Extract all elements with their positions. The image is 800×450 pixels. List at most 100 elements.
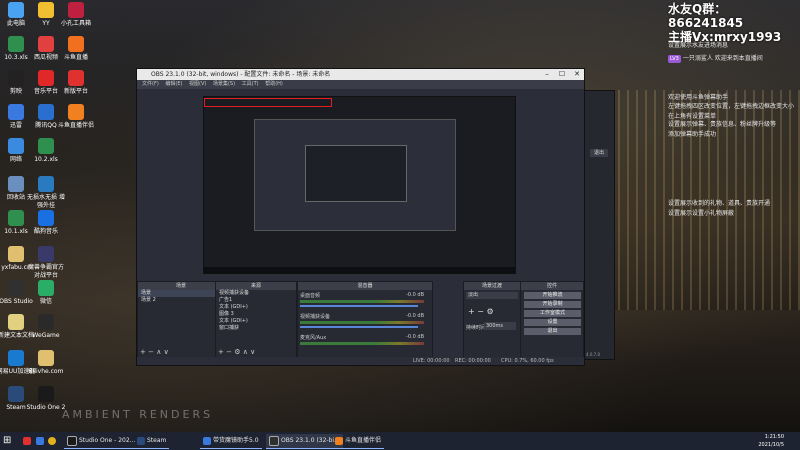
remove-icon[interactable]: − (477, 307, 484, 316)
source-item[interactable]: 文本 (GDI+) (216, 304, 296, 311)
sources-controls: + − ⚙ ∧ ∨ (218, 348, 255, 356)
desktop-icon[interactable]: 微信 (26, 280, 66, 306)
obs-preview[interactable] (203, 96, 516, 274)
chevron-down-icon[interactable]: ∨ (250, 348, 255, 356)
app-icon (8, 314, 24, 330)
start-menu-icon[interactable]: ⊞ (3, 434, 11, 448)
app-icon (38, 104, 54, 120)
desktop-icon[interactable]: 小孔工具箱 (56, 2, 96, 28)
desktop-icon-label: 10.1.xls (4, 228, 28, 235)
menu-help[interactable]: 帮助(H) (265, 81, 283, 87)
exit-button[interactable]: 退出 (524, 328, 581, 335)
companion-side-panel: 退出 4.0.7.0 (583, 90, 615, 360)
taskbar-app-label: 带货魔镜助手5.0 (213, 437, 259, 444)
volume-slider[interactable] (300, 326, 418, 328)
mixer-channel: 视频捕获设备 -0.0 dB (300, 313, 428, 328)
desktop-icon-label: 网络 (9, 156, 22, 163)
gear-icon[interactable]: ⚙ (234, 348, 240, 356)
obs-window: OBS 23.1.0 (32-bit, windows) - 配置文件: 未命名… (136, 68, 585, 366)
app-icon (38, 246, 54, 262)
app-icon (38, 314, 54, 330)
source-item[interactable]: 广告1 (216, 297, 296, 304)
app-icon (38, 138, 54, 154)
windows-taskbar: ⊞ Studio One - 202... Steam 带货魔镜助手5.0 OB… (0, 432, 800, 450)
remove-icon[interactable]: − (226, 348, 232, 356)
desktop-icon-label: 迅雷 (9, 122, 22, 129)
add-icon[interactable]: + (140, 348, 146, 356)
menu-scene-collection[interactable]: 场景集(S) (213, 81, 235, 87)
overlay-help-4: 设置展示弹幕、贵族信息、粉丝牌升级等 (668, 121, 777, 128)
desktop-icon-label: 音乐平台 (33, 88, 58, 95)
minimize-icon[interactable]: – (540, 69, 554, 80)
chevron-up-icon[interactable]: ∧ (243, 348, 248, 356)
desktop-icon[interactable]: 魔兽争霸官方对战平台 (26, 246, 66, 280)
scene-item[interactable]: 场景 (138, 290, 224, 297)
duration-field[interactable]: 300ms (484, 322, 516, 330)
preview-taskbar (204, 267, 515, 273)
desktop-icon[interactable]: WeGame (26, 314, 66, 340)
system-clock[interactable]: 1:21:50 2021/10/5 (758, 433, 784, 449)
add-icon[interactable]: + (218, 348, 224, 356)
desktop-icon[interactable]: 斗鱼直播 (56, 36, 96, 62)
start-recording-button[interactable]: 开始录制 (524, 301, 581, 308)
desktop-icon[interactable]: Bilivhe.com (26, 350, 66, 376)
source-item[interactable]: 窗口捕获 (216, 325, 296, 332)
transition-select[interactable]: 淡出 (466, 292, 518, 299)
desktop-icon[interactable]: 酷狗音乐 (26, 210, 66, 236)
maximize-icon[interactable]: ☐ (555, 69, 569, 80)
chrome-icon[interactable] (48, 434, 58, 448)
desktop-icon[interactable]: 10.2.xls (26, 138, 66, 164)
app-icon (8, 176, 24, 192)
channel-level: -0.0 dB (406, 313, 424, 319)
app-icon (38, 176, 54, 192)
close-icon[interactable]: ✕ (570, 69, 584, 80)
volume-meter (300, 321, 424, 324)
app-icon (68, 70, 84, 86)
clock-time: 1:21:50 (764, 434, 784, 440)
mixer-channel: 桌面音频 -0.0 dB (300, 292, 428, 307)
menu-edit[interactable]: 编辑(E) (165, 81, 182, 87)
settings-button[interactable]: 设置 (524, 319, 581, 326)
overlay-show-text: 设置展示水友进场消息 (668, 42, 729, 49)
desktop-icon-label: Steam (6, 404, 26, 411)
desktop-icon[interactable]: 无损水无损 增强外挂 (26, 176, 66, 210)
companion-exit-button[interactable]: 退出 (590, 149, 608, 157)
menu-tools[interactable]: 工具(T) (242, 81, 259, 87)
desktop-icon-label: 微信 (39, 298, 52, 305)
source-item[interactable]: 图像 3 (216, 311, 296, 318)
source-item[interactable]: 视频捕获设备 (216, 290, 296, 297)
desktop-icon[interactable]: Studio One 2 (26, 386, 66, 412)
gear-icon[interactable]: ⚙ (487, 307, 494, 316)
taskbar-app-label: OBS 23.1.0 (32-bi... (281, 437, 340, 444)
taskbar-app[interactable]: 带货魔镜助手5.0 (200, 434, 262, 449)
desktop-icon[interactable]: 新版平台 (56, 70, 96, 96)
chevron-up-icon[interactable]: ∧ (156, 348, 161, 356)
overlay-user-line: LV3 一只溺鲨人 欢迎来到本直播间 (668, 55, 763, 63)
source-item[interactable]: 文本 (GDI+) (216, 318, 296, 325)
volume-slider[interactable] (300, 305, 418, 307)
scene-item[interactable]: 场景 2 (138, 297, 224, 304)
studio-mode-button[interactable]: 工作室模式 (524, 310, 581, 317)
sources-dock: 来源 视频捕获设备 广告1 文本 (GDI+) 图像 3 文本 (GDI+) 窗… (215, 281, 297, 359)
add-icon[interactable]: + (468, 307, 475, 316)
menu-view[interactable]: 视图(V) (189, 81, 206, 87)
pinned-app-icon[interactable] (36, 434, 46, 448)
app-icon (38, 280, 54, 296)
start-streaming-button[interactable]: 开始推流 (524, 292, 581, 299)
overlay-help-3: 在上角有设置菜单 (668, 113, 717, 120)
qq-group-text: 水友Q群：866241845 (668, 2, 744, 30)
app-icon (8, 386, 24, 402)
app-icon (8, 350, 24, 366)
app-icon (8, 104, 24, 120)
app-icon (8, 36, 24, 52)
desktop-icon[interactable]: 斗鱼直播伴侣 (56, 104, 96, 130)
menu-file[interactable]: 文件(F) (142, 81, 159, 87)
desktop-icon-label: 魔兽争霸官方对战平台 (27, 264, 64, 279)
pinned-app-icon[interactable] (23, 434, 33, 448)
desktop-icon-label: Studio One 2 (26, 404, 66, 411)
remove-icon[interactable]: − (148, 348, 154, 356)
taskbar-app[interactable]: 斗鱼直播伴侣 (332, 434, 385, 449)
taskbar-app[interactable]: Steam (134, 434, 170, 449)
taskbar-app[interactable]: Studio One - 202... (64, 434, 139, 449)
chevron-down-icon[interactable]: ∨ (164, 348, 169, 356)
